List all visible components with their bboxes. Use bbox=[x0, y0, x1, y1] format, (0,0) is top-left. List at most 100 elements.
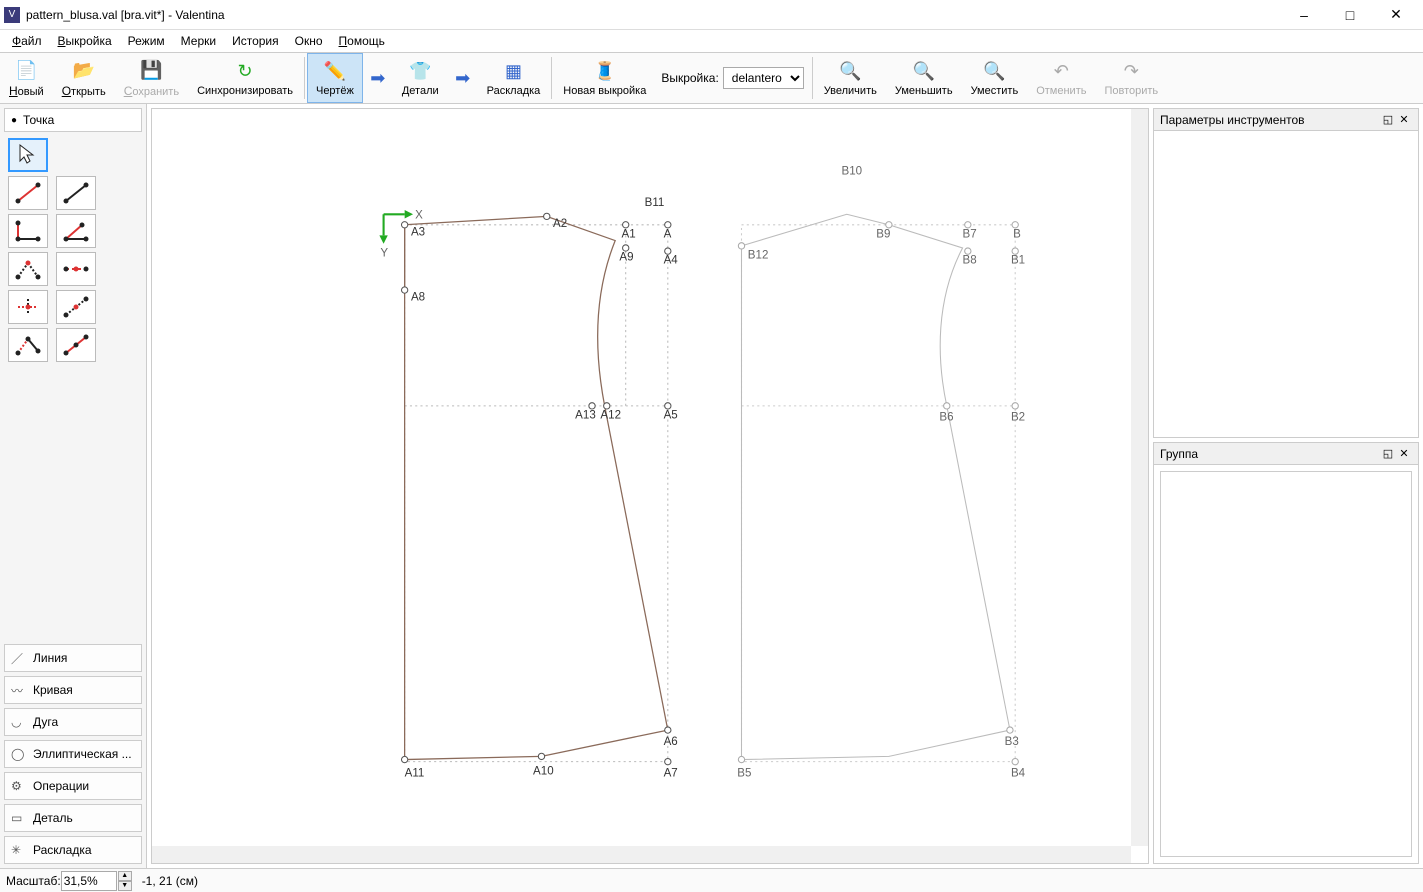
close-button[interactable]: ✕ bbox=[1373, 0, 1419, 30]
menu-mode[interactable]: Режим bbox=[120, 32, 173, 50]
svg-text:A: A bbox=[664, 228, 672, 240]
zoom-in-button[interactable]: 🔍 Увеличить bbox=[815, 53, 886, 103]
point-shoulder-tool[interactable] bbox=[56, 252, 96, 286]
svg-text:X: X bbox=[415, 209, 423, 221]
scale-label: Масштаб: bbox=[6, 874, 61, 888]
ellipse-icon: ◯ bbox=[11, 747, 27, 761]
svg-text:A12: A12 bbox=[600, 409, 621, 421]
group-panel: Группа ◱ ✕ bbox=[1153, 442, 1419, 864]
sync-icon: ↻ bbox=[233, 60, 257, 84]
point-along-line-tool[interactable] bbox=[56, 290, 96, 324]
category-detail-label: Деталь bbox=[33, 811, 73, 825]
undo-icon: ↶ bbox=[1049, 60, 1073, 84]
pattern-combo[interactable]: delantero bbox=[723, 67, 804, 89]
point-triangle-tool[interactable] bbox=[8, 328, 48, 362]
redo-icon: ↷ bbox=[1119, 60, 1143, 84]
pattern-combo-label: Выкройка: bbox=[661, 71, 718, 85]
minimize-button[interactable]: – bbox=[1281, 0, 1327, 30]
close-panel-icon[interactable]: ✕ bbox=[1396, 446, 1412, 462]
category-line[interactable]: ／Линия bbox=[4, 644, 142, 672]
status-bar: Масштаб: ▲ ▼ -1, 21 (см) bbox=[0, 868, 1423, 892]
point-perp-tool[interactable] bbox=[8, 214, 48, 248]
draw-mode-button[interactable]: ✏️ Чертёж bbox=[307, 53, 363, 103]
point-line-tool[interactable] bbox=[8, 176, 48, 210]
redo-button[interactable]: ↷ Повторить bbox=[1095, 53, 1167, 103]
group-panel-title: Группа bbox=[1160, 447, 1380, 461]
menu-pattern[interactable]: Выкройка bbox=[50, 32, 120, 50]
category-operations[interactable]: ⚙Операции bbox=[4, 772, 142, 800]
svg-text:A2: A2 bbox=[553, 218, 567, 230]
point-segment-tool[interactable] bbox=[56, 176, 96, 210]
layout-mode-button[interactable]: ▦ Раскладка bbox=[478, 53, 550, 103]
open-button[interactable]: 📂 Открыть bbox=[53, 53, 115, 103]
new-button[interactable]: 📄 Новый bbox=[0, 53, 53, 103]
svg-text:B3: B3 bbox=[1005, 736, 1019, 748]
point-intersect-tool[interactable] bbox=[8, 290, 48, 324]
svg-text:A11: A11 bbox=[405, 767, 425, 779]
tool-properties-body bbox=[1154, 131, 1418, 437]
point-section-label: Точка bbox=[23, 113, 54, 127]
svg-text:B11: B11 bbox=[645, 197, 665, 209]
category-layout-label: Раскладка bbox=[33, 843, 92, 857]
svg-text:A4: A4 bbox=[664, 255, 679, 267]
save-button[interactable]: 💾 Сохранить bbox=[115, 53, 188, 103]
svg-text:B6: B6 bbox=[939, 412, 953, 424]
drawing-canvas[interactable]: X Y A3 A2 A1 A A9 A4 A8 A13 A12 bbox=[151, 108, 1149, 864]
svg-text:B: B bbox=[1013, 228, 1021, 240]
svg-text:A8: A8 bbox=[411, 292, 425, 304]
curve-icon: 〰 bbox=[11, 682, 27, 699]
tool-properties-panel: Параметры инструментов ◱ ✕ bbox=[1153, 108, 1419, 438]
horizontal-scrollbar[interactable] bbox=[152, 846, 1131, 863]
zoom-fit-icon: 🔍 bbox=[982, 60, 1006, 84]
category-elliptic[interactable]: ◯ Эллиптическая ... bbox=[4, 740, 142, 768]
details-mode-button[interactable]: 👕 Детали bbox=[393, 53, 448, 103]
zoom-out-button[interactable]: 🔍 Уменьшить bbox=[886, 53, 962, 103]
scale-down-button[interactable]: ▼ bbox=[118, 881, 132, 891]
zoom-fit-button[interactable]: 🔍 Уместить bbox=[962, 53, 1028, 103]
menu-window[interactable]: Окно bbox=[287, 32, 331, 50]
category-elliptic-label: Эллиптическая ... bbox=[33, 747, 132, 761]
menu-help[interactable]: Помощь bbox=[331, 32, 393, 50]
maximize-button[interactable]: □ bbox=[1327, 0, 1373, 30]
pattern-svg: X Y A3 A2 A1 A A9 A4 A8 A13 A12 bbox=[152, 109, 1131, 835]
bullet-icon: ● bbox=[11, 115, 17, 126]
open-folder-icon: 📂 bbox=[72, 59, 96, 83]
close-panel-icon[interactable]: ✕ bbox=[1396, 112, 1412, 128]
app-icon: V bbox=[4, 7, 20, 23]
pointer-tool[interactable] bbox=[8, 138, 48, 172]
scale-input[interactable] bbox=[61, 871, 117, 891]
category-curve[interactable]: 〰Кривая bbox=[4, 676, 142, 704]
arrow-draw-to-details: ➡ bbox=[363, 53, 393, 103]
undock-icon[interactable]: ◱ bbox=[1380, 112, 1396, 128]
point-section-header[interactable]: ● Точка bbox=[4, 108, 142, 132]
scale-up-button[interactable]: ▲ bbox=[118, 871, 132, 881]
svg-text:B12: B12 bbox=[748, 249, 769, 261]
arrow-details-to-layout: ➡ bbox=[448, 53, 478, 103]
svg-text:A9: A9 bbox=[619, 252, 633, 264]
svg-text:A5: A5 bbox=[664, 409, 678, 421]
layout-icon: ▦ bbox=[501, 60, 525, 84]
svg-text:B4: B4 bbox=[1011, 767, 1026, 779]
point-midpoint-tool[interactable] bbox=[56, 328, 96, 362]
new-pattern-icon: 🧵 bbox=[593, 60, 617, 84]
menu-history[interactable]: История bbox=[224, 32, 287, 50]
sync-button[interactable]: ↻ Синхронизировать bbox=[188, 53, 302, 103]
tool-properties-title: Параметры инструментов bbox=[1160, 113, 1380, 127]
point-bisector-tool[interactable] bbox=[8, 252, 48, 286]
point-angle-tool[interactable] bbox=[56, 214, 96, 248]
right-dock-area: Параметры инструментов ◱ ✕ Группа ◱ ✕ bbox=[1153, 104, 1423, 868]
category-arc[interactable]: ◡Дуга bbox=[4, 708, 142, 736]
menu-file[interactable]: Файл bbox=[4, 32, 50, 50]
vertical-scrollbar[interactable] bbox=[1131, 109, 1148, 846]
category-detail[interactable]: ▭Деталь bbox=[4, 804, 142, 832]
svg-text:Y: Y bbox=[380, 247, 388, 259]
svg-text:A13: A13 bbox=[575, 409, 596, 421]
category-layout[interactable]: ✳Раскладка bbox=[4, 836, 142, 864]
undo-button[interactable]: ↶ Отменить bbox=[1027, 53, 1095, 103]
menu-measurements[interactable]: Мерки bbox=[173, 32, 224, 50]
new-pattern-button[interactable]: 🧵 Новая выкройка bbox=[554, 53, 655, 103]
svg-text:B9: B9 bbox=[876, 228, 890, 240]
zoom-out-icon: 🔍 bbox=[912, 60, 936, 84]
undock-icon[interactable]: ◱ bbox=[1380, 446, 1396, 462]
svg-text:B5: B5 bbox=[737, 767, 751, 779]
